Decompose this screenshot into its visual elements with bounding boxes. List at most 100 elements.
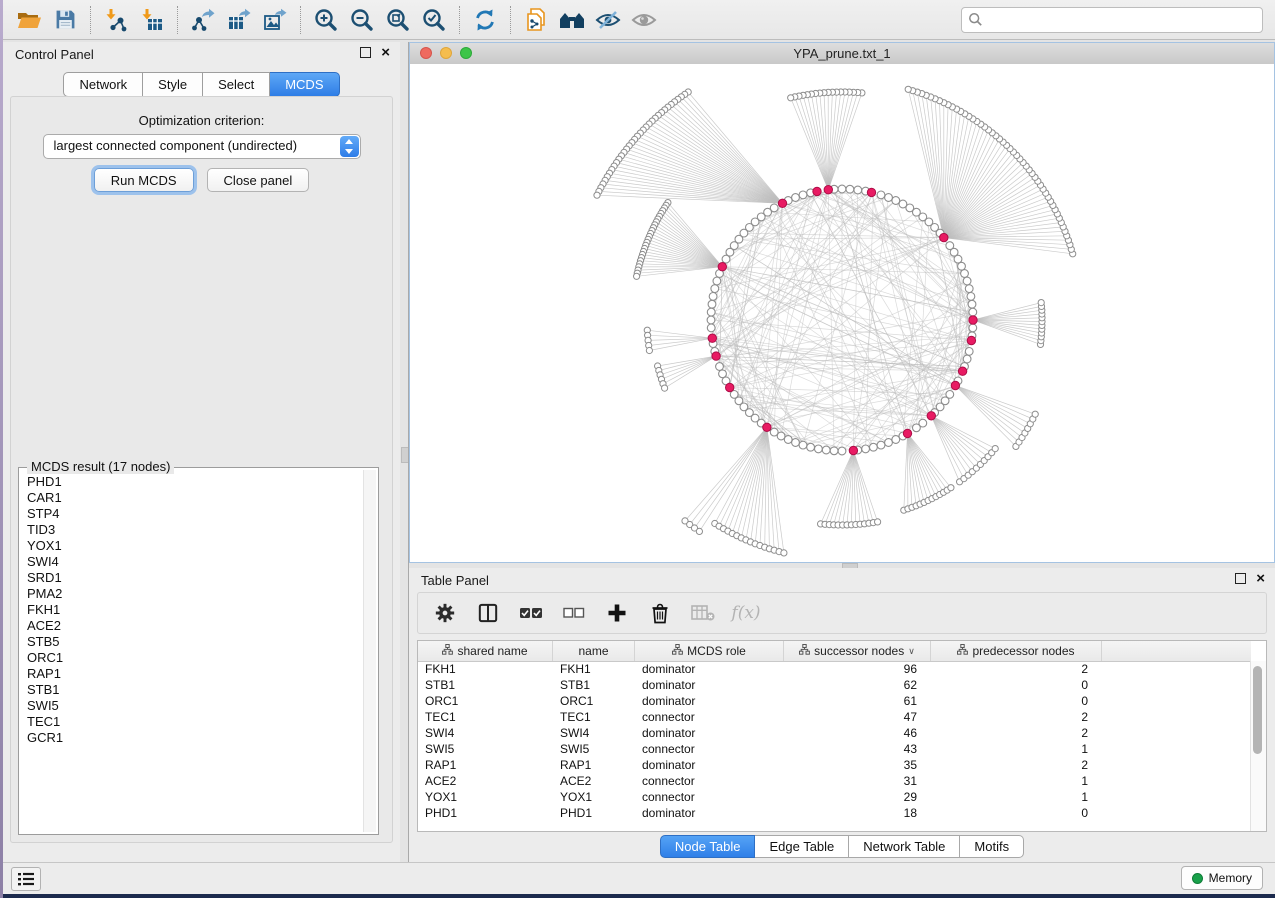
list-item[interactable]: ACE2	[21, 618, 362, 634]
deselect-all-rows-button[interactable]	[561, 600, 587, 626]
zoom-in-button[interactable]	[310, 4, 342, 36]
zoom-fit-button[interactable]	[382, 4, 414, 36]
close-panel-icon[interactable]: ×	[1256, 574, 1265, 584]
run-mcds-button[interactable]: Run MCDS	[94, 168, 194, 192]
list-item[interactable]: FKH1	[21, 602, 362, 618]
tab-mcds[interactable]: MCDS	[270, 72, 339, 97]
list-item[interactable]: STB1	[21, 682, 362, 698]
column-type-icon	[442, 644, 453, 658]
main-toolbar	[3, 0, 1275, 40]
split-column-button[interactable]	[475, 600, 501, 626]
search-input[interactable]	[983, 11, 1256, 28]
binoculars-button[interactable]	[556, 4, 588, 36]
cell-name: ORC1	[553, 693, 635, 709]
refresh-button[interactable]	[469, 4, 501, 36]
criterion-select[interactable]: largest connected component (undirected)	[43, 134, 361, 159]
export-network-button[interactable]	[187, 4, 219, 36]
network-graph[interactable]	[410, 64, 1274, 562]
clone-network-button[interactable]	[520, 4, 552, 36]
list-item[interactable]: TEC1	[21, 714, 362, 730]
splitter-grip[interactable]	[401, 447, 409, 463]
list-item[interactable]: STB5	[21, 634, 362, 650]
table-row[interactable]: FKH1FKH1dominator962	[418, 661, 1251, 677]
network-canvas[interactable]	[410, 64, 1274, 562]
delete-column-button[interactable]	[647, 600, 673, 626]
table-row[interactable]: SWI5SWI5connector431	[418, 741, 1251, 757]
scrollbar-thumb[interactable]	[1253, 666, 1262, 754]
list-item[interactable]: STP4	[21, 506, 362, 522]
table-row[interactable]: ACE2ACE2connector311	[418, 773, 1251, 789]
automation-panel-button[interactable]	[11, 867, 41, 891]
list-item[interactable]: TID3	[21, 522, 362, 538]
cell-filler	[1102, 741, 1251, 757]
column-header-shared-name[interactable]: shared name	[418, 641, 553, 661]
import-network-button[interactable]	[100, 4, 132, 36]
list-item[interactable]: RAP1	[21, 666, 362, 682]
list-item[interactable]: GCR1	[21, 730, 362, 746]
close-panel-button[interactable]: Close panel	[207, 168, 310, 192]
list-item[interactable]: YOX1	[21, 538, 362, 554]
export-table-button[interactable]	[223, 4, 255, 36]
column-type-icon	[672, 644, 683, 658]
close-panel-icon[interactable]: ×	[381, 48, 390, 58]
cell-successor-nodes: 31	[784, 773, 931, 789]
list-icon	[17, 871, 35, 887]
memory-button[interactable]: Memory	[1181, 866, 1263, 890]
cell-predecessor-nodes: 2	[931, 725, 1102, 741]
table-row[interactable]: YOX1YOX1connector291	[418, 789, 1251, 805]
cell-predecessor-nodes: 0	[931, 693, 1102, 709]
table-header-row: shared namenameMCDS rolesuccessor nodes∨…	[418, 641, 1251, 662]
list-item[interactable]: SWI5	[21, 698, 362, 714]
column-header-mcds-role[interactable]: MCDS role	[635, 641, 784, 661]
list-item[interactable]: PMA2	[21, 586, 362, 602]
column-header-successor-nodes[interactable]: successor nodes∨	[784, 641, 931, 661]
zoom-out-button[interactable]	[346, 4, 378, 36]
table-row[interactable]: ORC1ORC1dominator610	[418, 693, 1251, 709]
tab-style[interactable]: Style	[143, 72, 203, 97]
import-table-button[interactable]	[136, 4, 168, 36]
create-column-button[interactable]	[604, 600, 630, 626]
table-row[interactable]: RAP1RAP1dominator352	[418, 757, 1251, 773]
function-builder-button[interactable]: f(x)	[733, 600, 759, 626]
open-session-button[interactable]	[13, 4, 45, 36]
table-scrollbar[interactable]	[1250, 661, 1266, 831]
vertical-splitter[interactable]	[400, 42, 409, 862]
float-panel-icon[interactable]	[360, 47, 371, 58]
tab-select[interactable]: Select	[203, 72, 270, 97]
export-image-button[interactable]	[259, 4, 291, 36]
tab-edge-table[interactable]: Edge Table	[755, 835, 849, 858]
eye-slash-icon	[594, 9, 622, 31]
list-item[interactable]: PHD1	[21, 474, 362, 490]
memory-label: Memory	[1209, 871, 1252, 885]
list-item[interactable]: SWI4	[21, 554, 362, 570]
table-row[interactable]: SWI4SWI4dominator462	[418, 725, 1251, 741]
zoom-selected-button[interactable]	[418, 4, 450, 36]
tab-node-table[interactable]: Node Table	[660, 835, 756, 858]
criterion-select-value: largest connected component (undirected)	[54, 138, 298, 153]
result-list-scrollbar[interactable]	[363, 470, 376, 832]
list-item[interactable]: ORC1	[21, 650, 362, 666]
hide-selected-button[interactable]	[592, 4, 624, 36]
float-panel-icon[interactable]	[1235, 573, 1246, 584]
cell-shared-name: PHD1	[418, 805, 553, 821]
column-header-name[interactable]: name	[553, 641, 635, 661]
table-row[interactable]: STB1STB1dominator620	[418, 677, 1251, 693]
toolbar-separator	[177, 6, 178, 34]
list-item[interactable]: CAR1	[21, 490, 362, 506]
show-all-button[interactable]	[628, 4, 660, 36]
column-header-predecessor-nodes[interactable]: predecessor nodes	[931, 641, 1102, 661]
control-panel-tabs: NetworkStyleSelectMCDS	[3, 72, 400, 97]
cell-name: SWI5	[553, 741, 635, 757]
save-session-button[interactable]	[49, 4, 81, 36]
control-panel-title: Control Panel	[15, 47, 94, 62]
table-row[interactable]: TEC1TEC1connector472	[418, 709, 1251, 725]
table-settings-button[interactable]	[432, 600, 458, 626]
tab-network[interactable]: Network	[63, 72, 143, 97]
select-all-rows-button[interactable]	[518, 600, 544, 626]
delete-table-button[interactable]	[690, 600, 716, 626]
tab-network-table[interactable]: Network Table	[849, 835, 960, 858]
cell-name: FKH1	[553, 661, 635, 677]
table-row[interactable]: PHD1PHD1dominator180	[418, 805, 1251, 821]
list-item[interactable]: SRD1	[21, 570, 362, 586]
tab-motifs[interactable]: Motifs	[960, 835, 1024, 858]
